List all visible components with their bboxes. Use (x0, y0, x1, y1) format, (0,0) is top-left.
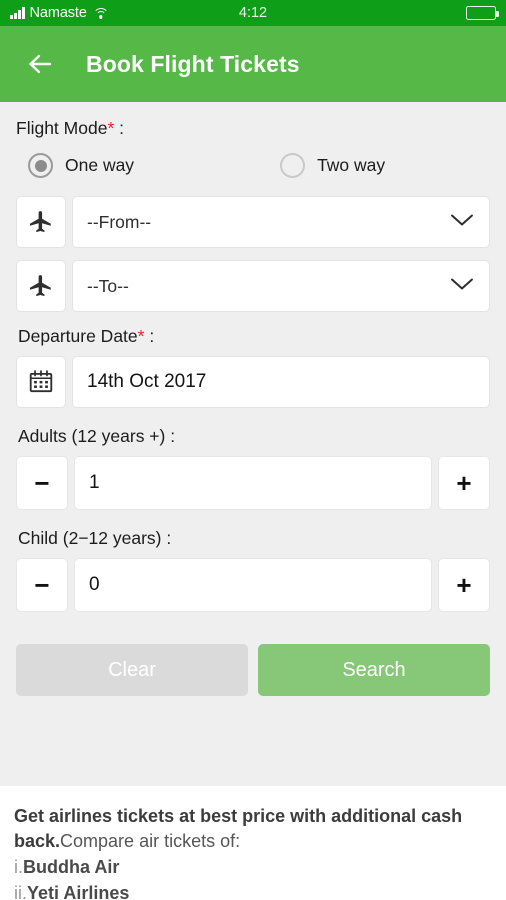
booking-form: Flight Mode* : One way Two way --From-- … (0, 102, 506, 786)
to-row: --To-- (16, 260, 490, 312)
from-select-value: --From-- (87, 211, 152, 232)
child-decrement-button[interactable]: − (16, 558, 68, 612)
adults-label: Adults (12 years +) : (18, 426, 176, 446)
chevron-down-icon (449, 212, 475, 233)
carrier-name: Namaste (29, 5, 87, 21)
departure-date-label-suffix: : (144, 326, 155, 346)
adults-decrement-button[interactable]: − (16, 456, 68, 510)
departure-date-row: 14th Oct 2017 (16, 356, 490, 408)
status-bar-left: Namaste (10, 5, 109, 21)
phone-screen: Namaste 4:12 Book Flight Tickets Flight … (0, 0, 506, 900)
wifi-icon (92, 7, 109, 19)
child-stepper: − 0 + (16, 558, 490, 612)
clear-button[interactable]: Clear (16, 644, 248, 696)
promo-headline-rest: Compare air tickets of: (60, 831, 241, 851)
child-label: Child (2−12 years) : (18, 528, 172, 548)
to-select-value: --To-- (87, 275, 129, 296)
from-select[interactable]: --From-- (72, 196, 490, 248)
status-bar: Namaste 4:12 (0, 0, 506, 26)
promo-item-number: ii. (14, 883, 27, 900)
departure-date-label: Departure Date* : (18, 326, 490, 347)
list-item: ii.Yeti Airlines (14, 880, 492, 900)
radio-two-way-label: Two way (317, 155, 386, 175)
page-title: Book Flight Tickets (86, 50, 300, 77)
flight-mode-label-suffix: : (114, 118, 124, 138)
chevron-down-icon (449, 276, 475, 297)
departure-date-input[interactable]: 14th Oct 2017 (72, 356, 490, 408)
to-select[interactable]: --To-- (72, 260, 490, 312)
radio-two-way[interactable]: Two way (280, 153, 385, 178)
adults-increment-button[interactable]: + (438, 456, 490, 510)
radio-two-way-indicator (280, 153, 306, 178)
status-bar-right (466, 6, 499, 20)
radio-one-way-indicator (28, 153, 53, 178)
back-arrow-icon[interactable] (22, 46, 58, 82)
promo-item-name: Yeti Airlines (27, 883, 130, 900)
radio-one-way-label: One way (65, 155, 135, 175)
signal-bars-icon (10, 7, 25, 19)
child-count-value[interactable]: 0 (74, 558, 432, 612)
promo-item-name: Buddha Air (23, 857, 120, 877)
flight-mode-label: Flight Mode* : (16, 118, 490, 139)
from-row: --From-- (16, 196, 490, 248)
promo-section: Get airlines tickets at best price with … (0, 786, 506, 900)
list-item: i.Buddha Air (14, 854, 492, 880)
adults-count-value[interactable]: 1 (74, 456, 432, 510)
airplane-icon (16, 260, 66, 312)
departure-date-label-text: Departure Date (18, 326, 138, 346)
airplane-icon (16, 196, 66, 248)
promo-headline: Get airlines tickets at best price with … (14, 804, 492, 854)
radio-one-way[interactable]: One way (28, 153, 134, 178)
promo-item-number: i. (14, 857, 23, 877)
search-button[interactable]: Search (258, 644, 490, 696)
flight-mode-label-text: Flight Mode (16, 118, 108, 138)
battery-icon (466, 6, 499, 20)
calendar-icon[interactable] (16, 356, 66, 408)
adults-stepper: − 1 + (16, 456, 490, 510)
flight-mode-radio-group: One way Two way (16, 153, 490, 178)
form-actions: Clear Search (16, 644, 490, 696)
child-increment-button[interactable]: + (438, 558, 490, 612)
app-bar: Book Flight Tickets (0, 26, 506, 102)
